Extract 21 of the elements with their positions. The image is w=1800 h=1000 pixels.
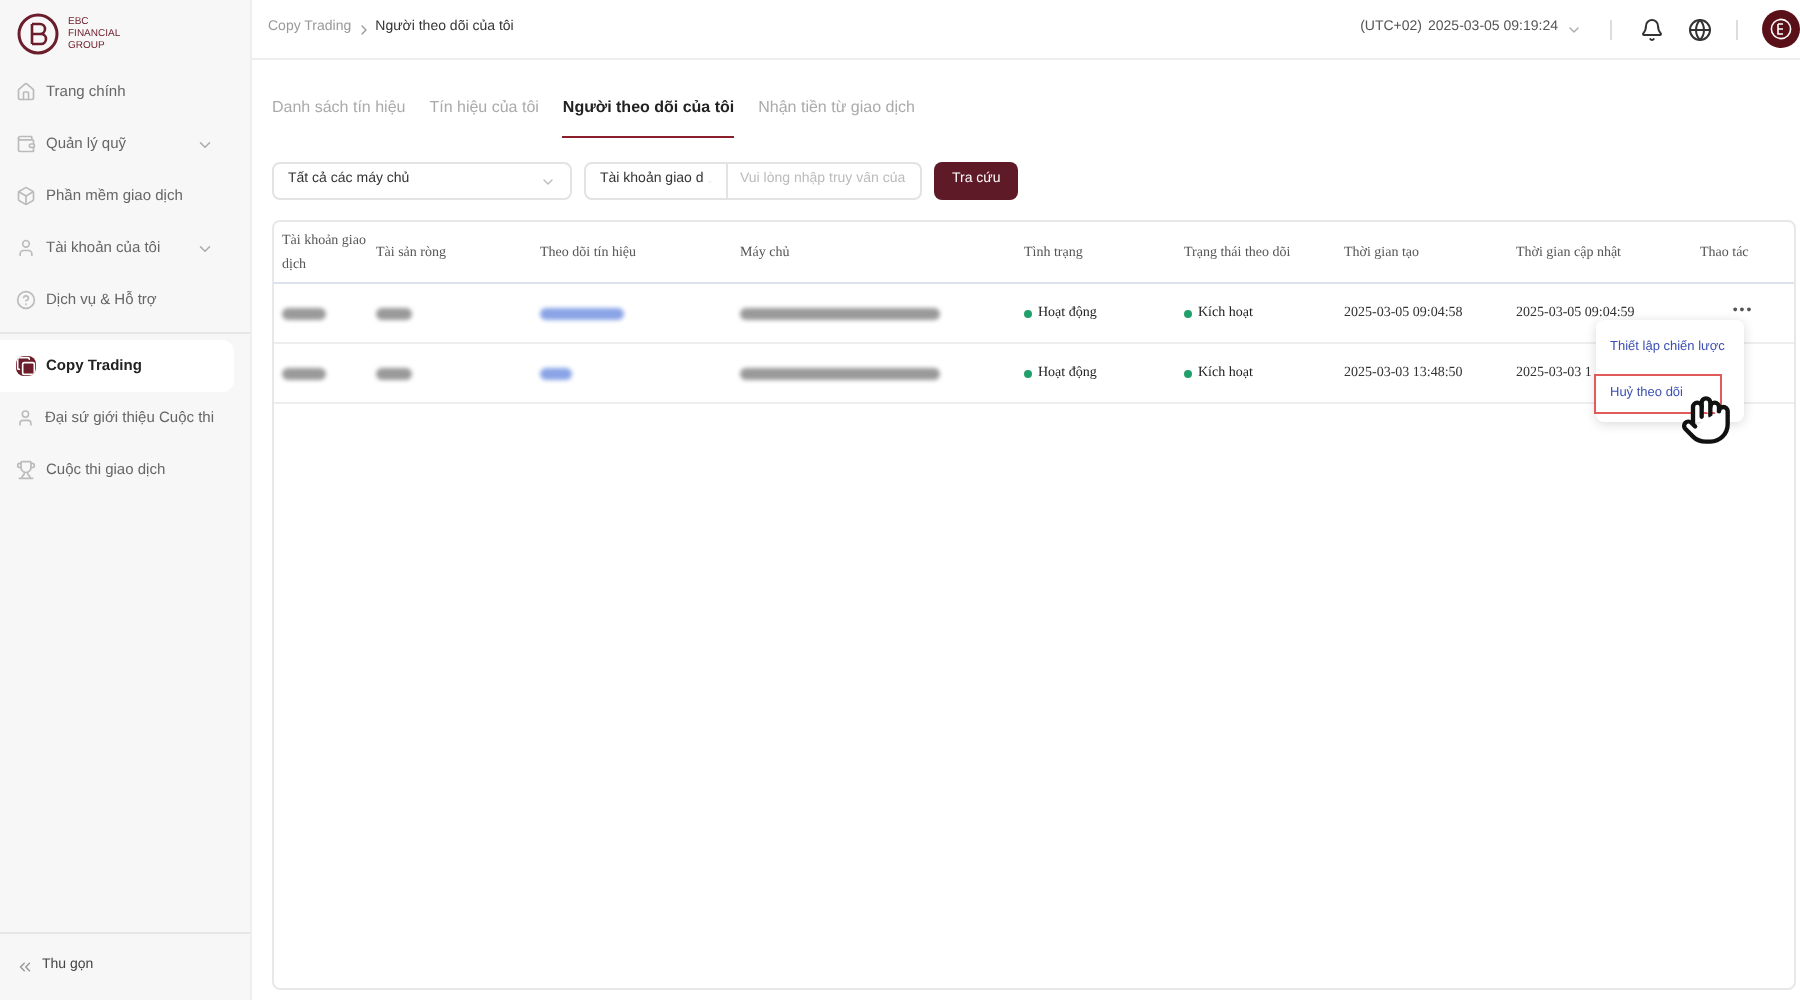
- avatar[interactable]: [1762, 10, 1800, 48]
- home-icon: [16, 82, 36, 102]
- user-icon: [16, 238, 36, 258]
- blurred-text: [376, 367, 412, 379]
- collapse-icon: [16, 958, 34, 976]
- logo-icon: [16, 11, 60, 55]
- blurred-text: [540, 367, 572, 379]
- blurred-text: [282, 367, 326, 379]
- wallet-icon: [16, 134, 36, 154]
- blurred-text: [282, 307, 326, 319]
- blurred-text: [540, 307, 624, 319]
- tab[interactable]: Người theo dõi của tôi: [562, 88, 735, 138]
- logo-icon: [1770, 18, 1792, 40]
- blurred-text: [376, 307, 412, 319]
- notification-icon[interactable]: [1640, 17, 1664, 41]
- copy-icon: [16, 356, 36, 376]
- box-icon: [16, 186, 36, 206]
- help-icon: [16, 290, 36, 310]
- globe-icon[interactable]: [1688, 17, 1712, 41]
- user-icon: [16, 408, 35, 428]
- trophy-icon: [16, 460, 36, 480]
